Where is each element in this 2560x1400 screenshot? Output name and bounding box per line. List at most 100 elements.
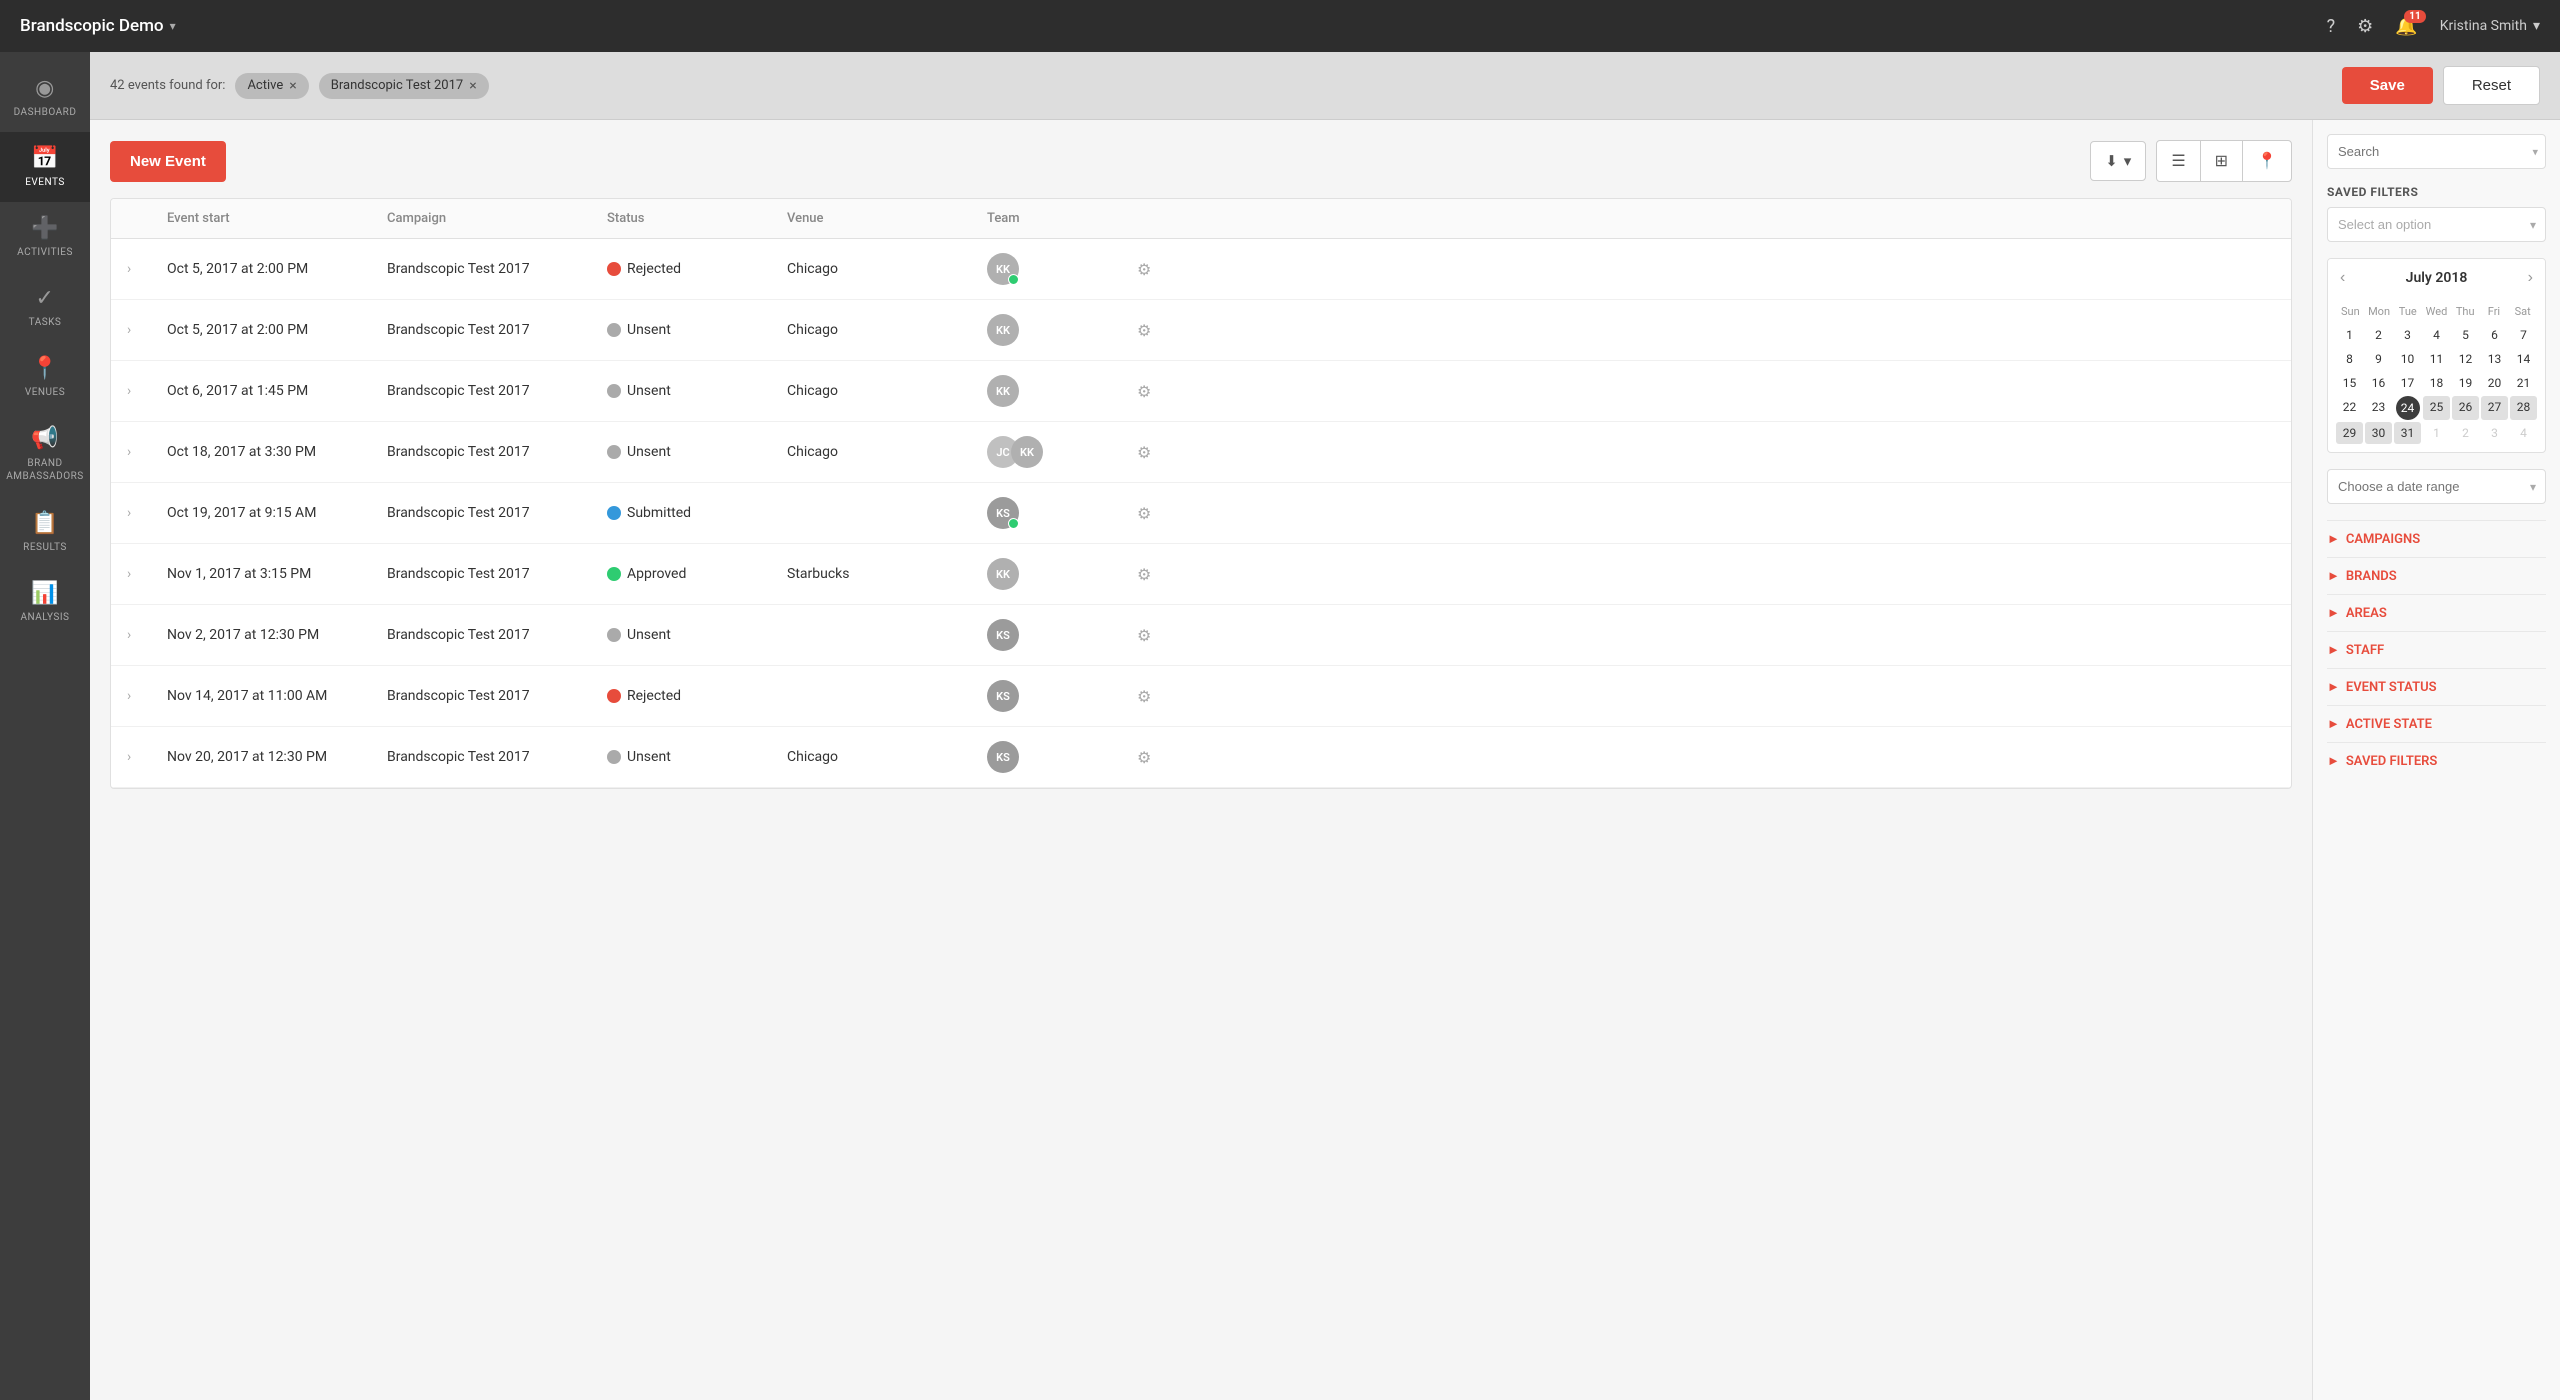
cal-day-aug4[interactable]: 4 [2510, 422, 2537, 444]
cal-day-2[interactable]: 2 [2365, 324, 2392, 346]
right-panel: ▾ SAVED FILTERS Select an option ‹ July … [2312, 120, 2560, 1400]
save-button[interactable]: Save [2342, 67, 2433, 104]
cal-day-13[interactable]: 13 [2481, 348, 2508, 370]
row-gear[interactable]: ⚙ [1137, 687, 1197, 706]
accordion-event-status[interactable]: ► EVENT STATUS [2327, 668, 2546, 705]
cal-day-25[interactable]: 25 [2423, 396, 2450, 420]
calendar-prev-button[interactable]: ‹ [2340, 269, 2345, 287]
sidebar-item-dashboard[interactable]: ◉ DASHBOARD [0, 62, 90, 132]
accordion-campaigns[interactable]: ► CAMPAIGNS [2327, 520, 2546, 557]
accordion-staff[interactable]: ► STAFF [2327, 631, 2546, 668]
cal-day-10[interactable]: 10 [2394, 348, 2421, 370]
row-date: Oct 18, 2017 at 3:30 PM [167, 444, 387, 460]
cal-day-6[interactable]: 6 [2481, 324, 2508, 346]
remove-campaign-filter[interactable]: × [469, 78, 476, 94]
cal-day-14[interactable]: 14 [2510, 348, 2537, 370]
cal-day-18[interactable]: 18 [2423, 372, 2450, 394]
avatar: KK [987, 375, 1019, 407]
cal-day-20[interactable]: 20 [2481, 372, 2508, 394]
help-icon[interactable]: ? [2327, 16, 2336, 37]
row-gear[interactable]: ⚙ [1137, 504, 1197, 523]
row-date: Nov 2, 2017 at 12:30 PM [167, 627, 387, 643]
sidebar-item-events[interactable]: 📅 EVENTS [0, 132, 90, 202]
accordion-saved-filters[interactable]: ► SAVED FILTERS [2327, 742, 2546, 779]
cal-day-8[interactable]: 8 [2336, 348, 2363, 370]
grid-view-button[interactable]: ⊞ [2201, 141, 2243, 181]
cal-day-31[interactable]: 31 [2394, 422, 2421, 444]
events-icon: 📅 [31, 146, 59, 171]
brand-name[interactable]: Brandscopic Demo ▾ [20, 16, 176, 36]
row-gear[interactable]: ⚙ [1137, 626, 1197, 645]
cal-day-3[interactable]: 3 [2394, 324, 2421, 346]
cal-day-21[interactable]: 21 [2510, 372, 2537, 394]
row-gear[interactable]: ⚙ [1137, 321, 1197, 340]
cal-day-19[interactable]: 19 [2452, 372, 2479, 394]
cal-day-4[interactable]: 4 [2423, 324, 2450, 346]
cal-day-15[interactable]: 15 [2336, 372, 2363, 394]
row-expand[interactable]: › [127, 627, 167, 643]
row-expand[interactable]: › [127, 444, 167, 460]
list-view-button[interactable]: ☰ [2157, 141, 2200, 181]
cal-day-5[interactable]: 5 [2452, 324, 2479, 346]
cal-day-aug3[interactable]: 3 [2481, 422, 2508, 444]
cal-day-28[interactable]: 28 [2510, 396, 2537, 420]
reset-button[interactable]: Reset [2443, 66, 2540, 105]
results-icon: 📋 [31, 511, 59, 536]
new-event-button[interactable]: New Event [110, 141, 226, 182]
row-expand[interactable]: › [127, 383, 167, 399]
cal-day-aug2[interactable]: 2 [2452, 422, 2479, 444]
status-dot [607, 445, 621, 459]
cal-day-7[interactable]: 7 [2510, 324, 2537, 346]
date-range-input[interactable] [2327, 469, 2546, 504]
row-gear[interactable]: ⚙ [1137, 443, 1197, 462]
sidebar-item-brand-ambassadors[interactable]: 📢 BRANDAMBASSADORS [0, 412, 90, 497]
accordion-active-state[interactable]: ► ACTIVE STATE [2327, 705, 2546, 742]
cal-day-11[interactable]: 11 [2423, 348, 2450, 370]
row-expand[interactable]: › [127, 566, 167, 582]
status-dot [607, 689, 621, 703]
user-menu[interactable]: Kristina Smith ▾ [2440, 18, 2540, 34]
row-date: Oct 5, 2017 at 2:00 PM [167, 261, 387, 277]
sidebar-item-venues[interactable]: 📍 VENUES [0, 342, 90, 412]
row-expand[interactable]: › [127, 322, 167, 338]
sidebar-item-analysis[interactable]: 📊 ANALYSIS [0, 567, 90, 637]
row-gear[interactable]: ⚙ [1137, 565, 1197, 584]
row-gear[interactable]: ⚙ [1137, 260, 1197, 279]
search-input[interactable] [2327, 134, 2546, 169]
nav-icons: ? ⚙ 🔔 11 Kristina Smith ▾ [2327, 16, 2540, 37]
cal-day-26[interactable]: 26 [2452, 396, 2479, 420]
cal-day-22[interactable]: 22 [2336, 396, 2363, 420]
cal-day-17[interactable]: 17 [2394, 372, 2421, 394]
cal-day-16[interactable]: 16 [2365, 372, 2392, 394]
row-expand[interactable]: › [127, 688, 167, 704]
download-button[interactable]: ⬇ ▾ [2090, 141, 2146, 181]
cal-day-9[interactable]: 9 [2365, 348, 2392, 370]
calendar-next-button[interactable]: › [2528, 269, 2533, 287]
sidebar-item-results[interactable]: 📋 RESULTS [0, 497, 90, 567]
cal-day-29[interactable]: 29 [2336, 422, 2363, 444]
cal-day-23[interactable]: 23 [2365, 396, 2392, 420]
row-expand[interactable]: › [127, 261, 167, 277]
saved-filters-select[interactable]: Select an option [2327, 207, 2546, 242]
remove-active-filter[interactable]: × [289, 78, 296, 94]
row-expand[interactable]: › [127, 749, 167, 765]
row-gear[interactable]: ⚙ [1137, 748, 1197, 767]
row-expand[interactable]: › [127, 505, 167, 521]
row-gear[interactable]: ⚙ [1137, 382, 1197, 401]
brand-chevron-icon: ▾ [170, 19, 176, 33]
settings-icon[interactable]: ⚙ [2357, 16, 2373, 37]
cal-day-30[interactable]: 30 [2365, 422, 2392, 444]
table-row: › Nov 2, 2017 at 12:30 PM Brandscopic Te… [111, 605, 2291, 666]
cal-day-1[interactable]: 1 [2336, 324, 2363, 346]
status-dot [607, 567, 621, 581]
sidebar-item-tasks[interactable]: ✓ TASKS [0, 272, 90, 342]
accordion-brands[interactable]: ► BRANDS [2327, 557, 2546, 594]
notification-icon[interactable]: 🔔 11 [2395, 16, 2417, 37]
map-view-button[interactable]: 📍 [2243, 141, 2291, 181]
cal-day-27[interactable]: 27 [2481, 396, 2508, 420]
accordion-areas[interactable]: ► AREAS [2327, 594, 2546, 631]
cal-day-aug1[interactable]: 1 [2423, 422, 2450, 444]
cal-day-24[interactable]: 24 [2396, 396, 2420, 420]
sidebar-item-activities[interactable]: ➕ ACTIVITIES [0, 202, 90, 272]
cal-day-12[interactable]: 12 [2452, 348, 2479, 370]
